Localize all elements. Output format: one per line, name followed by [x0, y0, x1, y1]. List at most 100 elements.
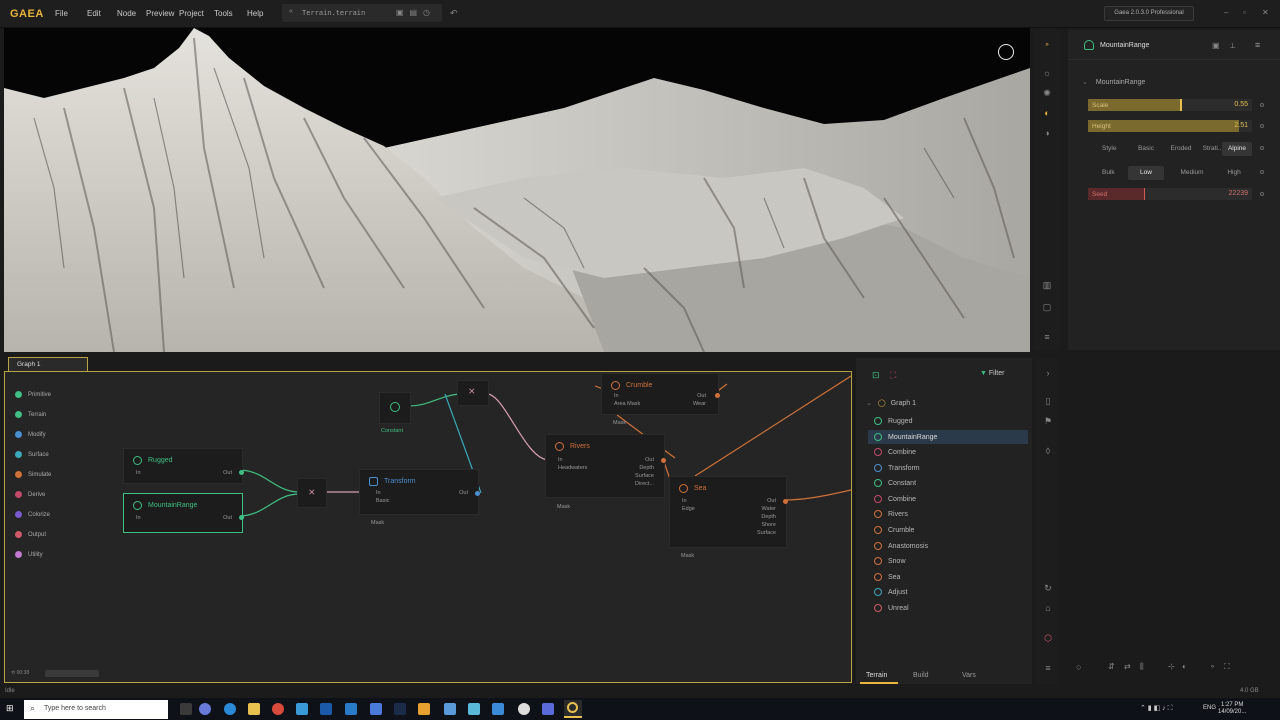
mail-icon[interactable] [345, 703, 357, 715]
tab-build[interactable]: Build [913, 672, 929, 679]
deselect-icon[interactable]: ⛶ [890, 370, 896, 381]
light-icon[interactable]: ✺ [1042, 88, 1052, 98]
node-combine[interactable]: ⨯ [297, 478, 327, 508]
tab-terrain[interactable]: Terrain [866, 672, 887, 679]
steam-icon[interactable] [394, 703, 406, 715]
menu-node[interactable]: Node [117, 9, 136, 18]
zoom-icon[interactable]: ⊹ [1168, 662, 1175, 671]
windows-icon[interactable]: ⊞ [6, 703, 14, 714]
category-output[interactable]: Output [15, 531, 46, 538]
shading-icon[interactable]: ◑ [1042, 128, 1052, 138]
export-icon[interactable]: ⬡ [1043, 633, 1053, 643]
terrain-viewport[interactable] [4, 28, 1030, 352]
blender-icon[interactable] [418, 703, 430, 715]
layer-crumble[interactable]: Crumble [874, 526, 914, 534]
bulk-high[interactable]: High [1216, 166, 1252, 180]
style-eroded[interactable]: Eroded [1164, 142, 1198, 156]
frame-icon[interactable]: ▢ [1042, 302, 1052, 312]
clock[interactable]: 1:27 PM 14/09/20... [1218, 702, 1246, 716]
style-alpine[interactable]: Alpine [1222, 142, 1252, 156]
chrome-icon[interactable] [272, 703, 284, 715]
category-modify[interactable]: Modify [15, 431, 46, 438]
file-tab[interactable]: « Terrain.terrain ▣▤◷ [282, 4, 442, 22]
layer-mountainrange[interactable]: MountainRange [874, 433, 937, 441]
drop-icon[interactable]: ◊ [1043, 446, 1053, 456]
scale-reset-dot[interactable] [1260, 103, 1264, 107]
output-port[interactable] [239, 470, 244, 475]
filter-button[interactable]: ▼ Filter [980, 370, 1004, 377]
tab-vars[interactable]: Vars [962, 672, 976, 679]
expand-icon[interactable]: » [1042, 40, 1052, 50]
align-icon[interactable]: ⇵ [1108, 662, 1115, 671]
layer-snow[interactable]: Snow [874, 557, 906, 565]
layer-unreal[interactable]: Unreal [874, 604, 909, 612]
layer-rivers[interactable]: Rivers [874, 510, 908, 518]
back-icon[interactable]: « [289, 8, 293, 15]
height-slider[interactable]: Height 2.51 [1088, 120, 1252, 132]
games-icon[interactable] [492, 703, 504, 715]
maximize-icon[interactable]: ▫ [1243, 8, 1246, 17]
chevron-right-icon[interactable]: › [1043, 368, 1053, 378]
menu-file[interactable]: File [55, 9, 68, 18]
menu-icon[interactable]: ≡ [1042, 332, 1052, 342]
layer-adjust[interactable]: Adjust [874, 588, 907, 596]
minimize-icon[interactable]: – [1224, 8, 1228, 17]
store-icon[interactable] [296, 703, 308, 715]
layer-constant[interactable]: Constant [874, 479, 916, 487]
lock-icon[interactable]: ⌂ [1043, 603, 1053, 613]
bulk-low[interactable]: Low [1128, 166, 1164, 180]
style-basic[interactable]: Basic [1132, 142, 1160, 156]
search-box[interactable]: ⌕ Type here to search [24, 700, 168, 719]
calc-icon[interactable] [370, 703, 382, 715]
edge-icon[interactable] [224, 703, 236, 715]
hamburger-icon[interactable]: ≡ [1255, 40, 1260, 50]
arrange-icon[interactable]: ⇄ [1124, 662, 1131, 671]
graph-tab[interactable]: Graph 1 [8, 357, 88, 371]
gaea-taskbar-icon[interactable] [564, 700, 582, 718]
node-rivers[interactable]: Rivers In Headwaters Out Depth Surface D… [545, 434, 666, 498]
output-port[interactable] [239, 515, 244, 520]
node-transform[interactable]: Transform In Basic Out [359, 469, 480, 515]
render-icon[interactable]: ◐ [1042, 108, 1052, 118]
layer-anastomosis[interactable]: Anastomosis [874, 542, 928, 550]
height-reset-dot[interactable] [1260, 124, 1264, 128]
scale-slider[interactable]: Scale 0.55 [1088, 99, 1252, 111]
flag-icon[interactable]: ⚑ [1043, 416, 1053, 426]
bulk-reset-dot[interactable] [1260, 170, 1264, 174]
sun-icon[interactable]: ☼ [1042, 68, 1052, 78]
menu-project[interactable]: Project [179, 9, 204, 18]
columns-icon[interactable]: ⫼ [1140, 662, 1144, 672]
category-utility[interactable]: Utility [15, 551, 43, 558]
output-port[interactable] [783, 499, 788, 504]
category-simulate[interactable]: Simulate [15, 471, 51, 478]
menu-edit[interactable]: Edit [87, 9, 101, 18]
style-reset-dot[interactable] [1260, 146, 1264, 150]
seed-reset-dot[interactable] [1260, 192, 1264, 196]
category-primitive[interactable]: Primitive [15, 391, 51, 398]
select-icon[interactable]: ⊡ [872, 370, 880, 381]
node-mountainrange[interactable]: MountainRange In Out [123, 493, 244, 533]
category-surface[interactable]: Surface [15, 451, 49, 458]
view-icon[interactable]: ◐ [1182, 662, 1187, 671]
copilot-icon[interactable] [199, 703, 211, 715]
explorer-icon[interactable] [444, 703, 456, 715]
seed-slider[interactable]: Seed 22239 [1088, 188, 1252, 200]
layer-combine-2[interactable]: Combine [874, 495, 916, 503]
category-derive[interactable]: Derive [15, 491, 45, 498]
output-port[interactable] [661, 458, 666, 463]
dot-icon[interactable]: ∘ [1210, 662, 1215, 671]
layer-rugged[interactable]: Rugged [874, 417, 913, 425]
output-port[interactable] [475, 491, 480, 496]
photos-icon[interactable] [468, 703, 480, 715]
bulk-medium[interactable]: Medium [1174, 166, 1210, 180]
layer-combine[interactable]: Combine [874, 448, 916, 456]
fit-icon[interactable]: ⛶ [1224, 662, 1230, 672]
language-indicator[interactable]: ENG [1203, 705, 1216, 711]
menu-preview[interactable]: Preview [146, 9, 174, 18]
search-icon[interactable]: ○ [1076, 662, 1081, 672]
bookmark-icon[interactable]: ▯ [1043, 396, 1053, 406]
pin-icon[interactable]: ⟂ [1230, 41, 1235, 51]
tray-icons[interactable]: ⌃ ▮ ◧ ♪ ⛶ [1140, 704, 1173, 713]
node-constant[interactable] [379, 392, 411, 424]
layer-root[interactable]: ⌄ ◯ Graph 1 [866, 399, 916, 407]
